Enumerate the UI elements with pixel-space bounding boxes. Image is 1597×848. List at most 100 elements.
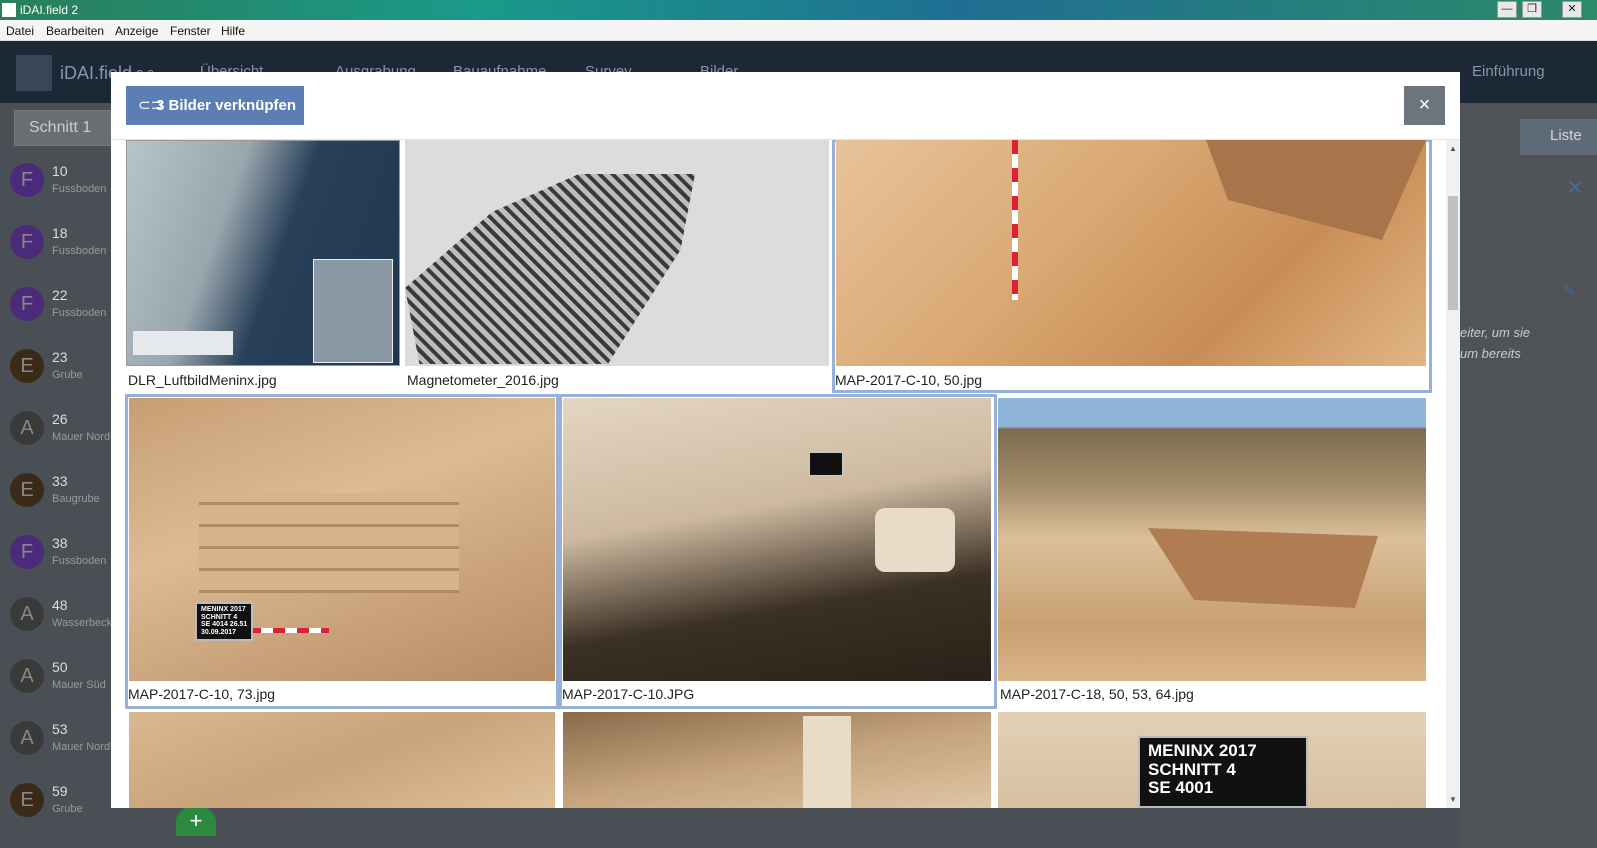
maximize-button[interactable]: ❐ bbox=[1522, 1, 1542, 18]
detail-panel: Liste ✕ ✎ eiter, um sie um bereits bbox=[1460, 103, 1597, 848]
image-cell-selected[interactable]: MAP-2017-C-10, 50.jpg bbox=[832, 140, 1432, 393]
image-caption: MAP-2017-C-18, 50, 53, 64.jpg bbox=[1000, 686, 1194, 702]
scroll-down-icon[interactable]: ▼ bbox=[1449, 795, 1457, 804]
scroll-thumb[interactable] bbox=[1448, 196, 1458, 310]
bottom-bar bbox=[113, 808, 1460, 848]
trench-photo-thumbnail bbox=[563, 398, 991, 681]
brand-logo bbox=[16, 55, 52, 91]
menu-datei[interactable]: Datei bbox=[6, 24, 34, 38]
type-badge: A bbox=[10, 597, 44, 631]
type-badge: F bbox=[10, 287, 44, 321]
scroll-up-icon[interactable]: ▲ bbox=[1449, 144, 1457, 153]
resource-identifier: 59 bbox=[52, 783, 68, 799]
image-cell-selected[interactable]: MENINX 2017 SCHNITT 4 SE 4014 26.51 30.0… bbox=[125, 394, 559, 709]
resource-identifier: 18 bbox=[52, 225, 68, 241]
type-badge: A bbox=[10, 411, 44, 445]
resource-type: Mauer Nord bbox=[52, 431, 111, 443]
resource-identifier: 10 bbox=[52, 163, 68, 179]
wall-photo-thumbnail: MENINX 2017 SCHNITT 4 SE 4014 26.51 30.0… bbox=[129, 398, 555, 681]
resource-list-item[interactable]: A 50 Mauer Süd bbox=[10, 659, 113, 709]
list-view-label: Liste bbox=[1550, 127, 1582, 144]
link-icon: ⊂⊃ bbox=[138, 97, 164, 114]
aerial-photo-thumbnail bbox=[126, 140, 400, 366]
resource-list-item[interactable]: A 26 Mauer Nord bbox=[10, 411, 113, 461]
type-badge: A bbox=[10, 721, 44, 755]
resource-identifier: 48 bbox=[52, 597, 68, 613]
window-titlebar: iDAI.field 2 — ❐ ✕ bbox=[0, 0, 1597, 20]
nav-tutorial[interactable]: Einführung bbox=[1472, 63, 1545, 80]
list-view-button[interactable]: Liste bbox=[1520, 119, 1597, 155]
resource-identifier: 38 bbox=[52, 535, 68, 551]
resource-identifier: 22 bbox=[52, 287, 68, 303]
close-panel-icon[interactable]: ✕ bbox=[1566, 175, 1584, 201]
resource-list-item[interactable]: A 48 Wasserbecken bbox=[10, 597, 124, 647]
photo-board-large: MENINX 2017 SCHNITT 4 SE 4001 bbox=[1138, 736, 1308, 808]
type-badge: F bbox=[10, 225, 44, 259]
photo-board: MENINX 2017 SCHNITT 4 SE 4014 26.51 30.0… bbox=[195, 602, 254, 641]
panel-text-2: um bereits bbox=[1460, 346, 1521, 361]
type-badge: A bbox=[10, 659, 44, 693]
resource-identifier: 53 bbox=[52, 721, 68, 737]
image-picker-modal: ⊂⊃3 Bilder verknüpfen × DLR_LuftbildMeni… bbox=[111, 72, 1460, 808]
image-caption: Magnetometer_2016.jpg bbox=[407, 372, 559, 388]
image-cell[interactable]: Magnetometer_2016.jpg bbox=[405, 140, 831, 392]
image-grid: DLR_LuftbildMeninx.jpg Magnetometer_2016… bbox=[111, 140, 1446, 808]
search-input[interactable]: Schnitt 1 bbox=[14, 110, 113, 146]
edit-icon[interactable]: ✎ bbox=[1562, 281, 1575, 301]
resource-list-item[interactable]: E 59 Grube bbox=[10, 783, 113, 833]
resource-identifier: 33 bbox=[52, 473, 68, 489]
resource-list-item[interactable]: E 33 Baugrube bbox=[10, 473, 113, 523]
image-cell[interactable]: MENINX 2017 SCHNITT 4 SE 4001 bbox=[998, 712, 1426, 808]
image-cell[interactable] bbox=[563, 712, 991, 808]
resource-type: Fussboden bbox=[52, 307, 107, 319]
image-cell[interactable]: DLR_LuftbildMeninx.jpg bbox=[126, 140, 404, 392]
image-cell[interactable]: MAP-2017-C-18, 50, 53, 64.jpg bbox=[998, 395, 1430, 708]
resource-type: Mauer Nord bbox=[52, 741, 111, 753]
resource-list-item[interactable]: F 22 Fussboden bbox=[10, 287, 113, 337]
resource-list-item[interactable]: F 10 Fussboden bbox=[10, 163, 113, 213]
modal-scrollbar[interactable]: ▲ ▼ bbox=[1446, 140, 1460, 808]
resource-type: Fussboden bbox=[52, 555, 107, 567]
resource-list-item[interactable]: E 23 Grube bbox=[10, 349, 113, 399]
board-photo-thumbnail: MENINX 2017 SCHNITT 4 SE 4001 bbox=[998, 712, 1426, 808]
app-icon bbox=[2, 3, 16, 17]
window-title: iDAI.field 2 bbox=[20, 3, 79, 17]
modal-header: ⊂⊃3 Bilder verknüpfen × bbox=[111, 72, 1460, 140]
link-images-button[interactable]: ⊂⊃3 Bilder verknüpfen bbox=[126, 86, 304, 125]
panel-text-1: eiter, um sie bbox=[1460, 325, 1531, 340]
menu-hilfe[interactable]: Hilfe bbox=[221, 24, 245, 38]
type-badge: E bbox=[10, 349, 44, 383]
resource-identifier: 26 bbox=[52, 411, 68, 427]
landscape-photo-thumbnail bbox=[998, 398, 1426, 681]
type-badge: F bbox=[10, 163, 44, 197]
image-cell-selected[interactable]: MAP-2017-C-10.JPG bbox=[559, 394, 997, 709]
magnetometer-thumbnail bbox=[405, 140, 829, 366]
resource-type: Fussboden bbox=[52, 245, 107, 257]
resource-list-item[interactable]: A 53 Mauer Nord bbox=[10, 721, 113, 771]
type-badge: E bbox=[10, 783, 44, 817]
trench-wall-photo-thumbnail bbox=[563, 712, 991, 808]
resource-list-item[interactable]: F 18 Fussboden bbox=[10, 225, 113, 275]
menu-bearbeiten[interactable]: Bearbeiten bbox=[46, 24, 104, 38]
excavation-photo-thumbnail bbox=[836, 140, 1426, 366]
image-caption: MAP-2017-C-10.JPG bbox=[562, 686, 695, 702]
type-badge: E bbox=[10, 473, 44, 507]
add-resource-button[interactable]: + bbox=[176, 806, 216, 836]
close-window-button[interactable]: ✕ bbox=[1562, 1, 1582, 18]
resource-type: Mauer Süd bbox=[52, 679, 106, 691]
soil-photo-thumbnail bbox=[129, 712, 555, 808]
image-caption: MAP-2017-C-10, 73.jpg bbox=[128, 686, 276, 702]
image-cell[interactable] bbox=[129, 712, 555, 808]
link-images-label: 3 Bilder verknüpfen bbox=[156, 97, 297, 114]
minimize-button[interactable]: — bbox=[1497, 1, 1517, 18]
menu-bar: Datei Bearbeiten Anzeige Fenster Hilfe bbox=[0, 20, 1597, 41]
resource-list-item[interactable]: F 38 Fussboden bbox=[10, 535, 113, 585]
resource-identifier: 23 bbox=[52, 349, 68, 365]
menu-anzeige[interactable]: Anzeige bbox=[115, 24, 158, 38]
resource-identifier: 50 bbox=[52, 659, 68, 675]
close-modal-button[interactable]: × bbox=[1404, 86, 1445, 125]
menu-fenster[interactable]: Fenster bbox=[170, 24, 211, 38]
type-badge: F bbox=[10, 535, 44, 569]
image-caption: MAP-2017-C-10, 50.jpg bbox=[835, 372, 983, 388]
resource-type: Fussboden bbox=[52, 183, 107, 195]
